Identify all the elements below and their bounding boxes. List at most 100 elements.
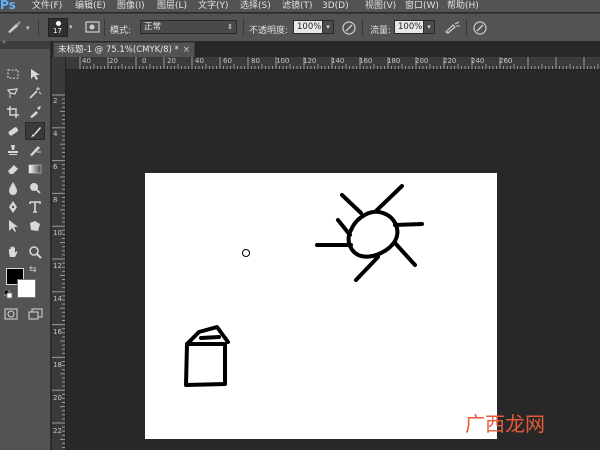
shape-tool-icon[interactable]: [25, 217, 45, 235]
h-tick-label: 60: [223, 57, 232, 65]
h-tick-label: 100: [276, 57, 290, 65]
history-brush-icon[interactable]: [25, 141, 45, 159]
tool-preset-dropdown-icon[interactable]: ▾: [26, 24, 30, 32]
menu-help[interactable]: 帮助(H): [447, 0, 479, 12]
v-tick-label: 22: [53, 427, 62, 435]
default-colors-icon[interactable]: [3, 289, 13, 302]
toolbox-header: »: [0, 38, 50, 49]
brush-tool-preset-icon[interactable]: [6, 20, 24, 37]
h-tick-label: 20: [109, 57, 118, 65]
mode-dropdown-icon: ⇕: [227, 23, 233, 31]
brush-size-picker[interactable]: 17: [48, 18, 68, 37]
v-tick-label: 8: [53, 196, 58, 204]
h-tick-label: 0: [142, 57, 147, 65]
v-tick-label: 2: [53, 97, 58, 105]
v-tick-label: 18: [53, 361, 62, 369]
h-tick-label: 40: [195, 57, 204, 65]
h-tick-label: 40: [82, 57, 91, 65]
opacity-input[interactable]: 100%: [293, 20, 323, 34]
magic-wand-icon[interactable]: [25, 84, 45, 102]
menu-edit[interactable]: 编辑(E): [75, 0, 106, 12]
document-tab[interactable]: 未标题-1 @ 75.1%(CMYK/8) * ×: [53, 42, 195, 57]
brush-panel-toggle-icon[interactable]: [85, 20, 101, 37]
h-tick-label: 120: [303, 57, 317, 65]
app-logo: Ps: [0, 0, 16, 12]
background-color-swatch[interactable]: [17, 279, 36, 298]
menu-layer[interactable]: 图层(L): [157, 0, 187, 12]
close-tab-icon[interactable]: ×: [183, 43, 190, 57]
h-tick-label: 160: [359, 57, 373, 65]
eyedropper-icon[interactable]: [25, 103, 45, 121]
document-title: 未标题-1 @ 75.1%(CMYK/8) *: [58, 45, 179, 55]
v-tick-label: 6: [53, 163, 58, 171]
menu-type[interactable]: 文字(Y): [198, 0, 229, 12]
h-tick-label: 80: [251, 57, 260, 65]
toolbox: » ⇆: [0, 38, 51, 450]
brush-tool-icon[interactable]: [25, 122, 45, 140]
quick-mask-icon[interactable]: [4, 308, 18, 323]
v-tick-label: 12: [53, 262, 62, 270]
v-tick-label: 16: [53, 328, 62, 336]
gradient-icon[interactable]: [25, 160, 45, 178]
dodge-icon[interactable]: [25, 179, 45, 197]
type-tool-icon[interactable]: [25, 198, 45, 216]
menu-select[interactable]: 选择(S): [240, 0, 271, 12]
brush-dot-icon: [56, 21, 61, 26]
v-tick-label: 10: [53, 229, 62, 237]
lasso-tool-icon[interactable]: [3, 84, 23, 102]
brush-size-value: 17: [53, 27, 62, 35]
clone-stamp-icon[interactable]: [3, 141, 23, 159]
flow-dropdown-icon[interactable]: ▾: [423, 20, 435, 34]
zoom-tool-icon[interactable]: [25, 243, 45, 261]
pressure-size-icon[interactable]: [472, 20, 488, 38]
blend-mode-value: 正常: [144, 22, 162, 32]
canvas-drawing: [184, 184, 424, 387]
airbrush-icon[interactable]: [444, 20, 462, 38]
brush-cursor-icon: [242, 249, 250, 257]
menu-window[interactable]: 窗口(W): [405, 0, 439, 12]
watermark-text: 广西龙网: [465, 412, 545, 436]
screen-mode-icon[interactable]: [28, 308, 44, 323]
eraser-icon[interactable]: [3, 160, 23, 178]
horizontal-ruler[interactable]: 40 20 0 20 40 60 80 100 120 140 160 180 …: [65, 57, 600, 70]
pressure-opacity-icon[interactable]: [341, 20, 357, 38]
h-tick-label: 260: [499, 57, 513, 65]
menu-filter[interactable]: 滤镜(T): [282, 0, 313, 12]
blur-icon[interactable]: [3, 179, 23, 197]
swap-colors-icon[interactable]: ⇆: [29, 265, 37, 275]
hand-tool-icon[interactable]: [3, 243, 23, 261]
v-tick-label: 14: [53, 295, 62, 303]
menu-image[interactable]: 图像(I): [117, 0, 145, 12]
document-canvas[interactable]: [145, 173, 497, 439]
opacity-label: 不透明度:: [249, 26, 289, 36]
h-tick-label: 220: [443, 57, 457, 65]
collapse-icon[interactable]: »: [2, 38, 6, 46]
v-tick-label: 20: [53, 394, 62, 402]
h-tick-label: 20: [167, 57, 176, 65]
flow-input[interactable]: 100%: [394, 20, 424, 34]
vertical-ruler[interactable]: 2 4 6 8 10 12 14 16 18 20 22: [52, 57, 66, 450]
path-select-icon[interactable]: [3, 217, 23, 235]
move-tool-icon[interactable]: [25, 65, 45, 83]
h-tick-label: 180: [387, 57, 401, 65]
flow-label: 流量:: [370, 26, 392, 36]
pen-tool-icon[interactable]: [3, 198, 23, 216]
menu-file[interactable]: 文件(F): [32, 0, 62, 12]
crop-tool-icon[interactable]: [3, 103, 23, 121]
h-tick-label: 240: [471, 57, 485, 65]
v-tick-label: 4: [53, 130, 58, 138]
mode-label: 模式:: [110, 26, 132, 36]
menu-bar: Ps 文件(F) 编辑(E) 图像(I) 图层(L) 文字(Y) 选择(S) 滤…: [0, 0, 600, 12]
house-drawing: [184, 325, 230, 387]
menu-view[interactable]: 视图(V): [365, 0, 396, 12]
brush-picker-dropdown-icon[interactable]: ▾: [69, 23, 73, 31]
healing-brush-icon[interactable]: [3, 122, 23, 140]
options-bar: ▾ 17 ▾ 模式: 正常 ⇕ 不透明度: 100% ▾ 流量: 100% ▾: [0, 13, 600, 42]
blend-mode-select[interactable]: 正常 ⇕: [140, 20, 237, 34]
h-tick-label: 140: [331, 57, 345, 65]
menu-3d[interactable]: 3D(D): [322, 0, 349, 12]
vertical-ruler-ticks: [52, 94, 65, 449]
opacity-dropdown-icon[interactable]: ▾: [322, 20, 334, 34]
sun-drawing: [315, 184, 424, 282]
marquee-tool-icon[interactable]: [3, 65, 23, 83]
